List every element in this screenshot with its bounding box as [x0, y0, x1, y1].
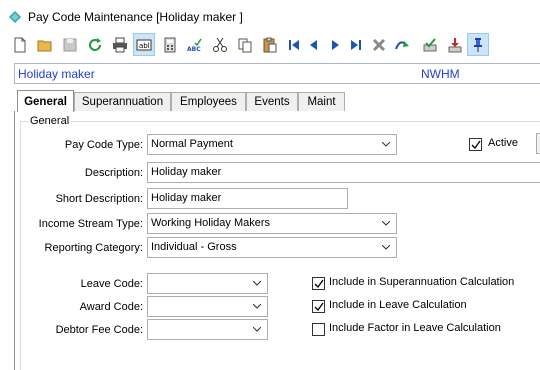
title-bar: Pay Code Maintenance [Holiday maker ] — [0, 0, 540, 32]
cut-icon — [213, 37, 227, 52]
include-superannuation-label: Include in Superannuation Calculation — [329, 276, 515, 288]
chevron-down-icon — [382, 221, 390, 226]
chevron-down-icon — [253, 304, 261, 309]
svg-text:ABC: ABC — [187, 46, 201, 53]
download-icon — [448, 37, 462, 52]
last-record-icon — [351, 39, 361, 50]
side-button[interactable] — [536, 133, 540, 154]
leave-code-label: Leave Code: — [80, 278, 143, 290]
open-button[interactable] — [34, 33, 56, 56]
previous-record-button[interactable] — [303, 33, 325, 56]
print-button[interactable] — [109, 33, 131, 56]
calculator-icon — [164, 37, 176, 52]
jump-button[interactable] — [392, 33, 414, 56]
tab-employees[interactable]: Employees — [171, 92, 246, 111]
text-field-icon: abl — [136, 39, 152, 50]
pay-code-type-value: Normal Payment — [151, 138, 233, 150]
pin-icon — [474, 37, 482, 52]
next-record-icon — [332, 39, 339, 50]
debtor-fee-code-select[interactable] — [147, 319, 268, 340]
approve-button[interactable] — [419, 33, 441, 56]
first-record-button[interactable] — [283, 33, 305, 56]
chevron-down-icon — [382, 142, 390, 147]
paste-icon — [263, 37, 277, 52]
active-label: Active — [488, 137, 518, 149]
pin-button[interactable] — [467, 33, 489, 56]
tab-events[interactable]: Events — [246, 92, 298, 111]
description-label: Description: — [84, 167, 143, 179]
include-superannuation-checkbox[interactable]: Include in Superannuation Calculation — [312, 276, 532, 292]
award-code-label: Award Code: — [79, 301, 143, 313]
download-button[interactable] — [444, 33, 466, 56]
include-superannuation-box[interactable] — [312, 277, 325, 290]
cut-button[interactable] — [209, 33, 231, 56]
active-checkbox[interactable]: Active — [469, 137, 529, 153]
include-leave-label: Include in Leave Calculation — [329, 299, 467, 311]
record-code: NWHM — [421, 67, 460, 81]
text-field-button[interactable]: abl — [133, 33, 155, 56]
award-code-select[interactable] — [147, 296, 268, 317]
reporting-category-select[interactable]: Individual - Gross — [147, 237, 397, 258]
next-record-button[interactable] — [324, 33, 346, 56]
refresh-button[interactable] — [84, 33, 106, 56]
include-factor-box[interactable] — [312, 323, 325, 336]
last-record-button[interactable] — [345, 33, 367, 56]
leave-code-select[interactable] — [147, 273, 268, 294]
pay-code-type-select[interactable]: Normal Payment — [147, 134, 397, 155]
group-label: General — [28, 115, 72, 127]
record-name: Holiday maker — [18, 67, 95, 81]
copy-icon — [238, 38, 252, 52]
debtor-fee-code-label: Debtor Fee Code: — [55, 324, 143, 336]
chevron-down-icon — [253, 327, 261, 332]
reporting-category-value: Individual - Gross — [151, 241, 237, 253]
new-document-button[interactable] — [9, 33, 31, 56]
income-stream-type-value: Working Holiday Makers — [151, 217, 271, 229]
window-title: Pay Code Maintenance [Holiday maker ] — [28, 10, 243, 24]
spell-check-icon: ABC — [187, 38, 202, 53]
jump-icon — [395, 40, 409, 49]
short-description-input[interactable]: Holiday maker — [147, 188, 348, 209]
income-stream-type-select[interactable]: Working Holiday Makers — [147, 213, 397, 234]
pay-code-type-label: Pay Code Type: — [64, 139, 143, 151]
description-input[interactable]: Holiday maker — [147, 162, 540, 183]
checkmark-icon — [314, 279, 324, 289]
toolbar: abl ABC — [0, 32, 540, 58]
include-factor-checkbox[interactable]: Include Factor in Leave Calculation — [312, 322, 532, 338]
previous-record-icon — [310, 39, 317, 50]
reporting-category-label: Reporting Category: — [44, 242, 143, 254]
new-document-icon — [14, 37, 26, 52]
include-leave-checkbox[interactable]: Include in Leave Calculation — [312, 299, 532, 315]
calculator-button[interactable] — [159, 33, 181, 56]
include-leave-box[interactable] — [312, 300, 325, 313]
save-icon — [63, 38, 77, 51]
income-stream-type-label: Income Stream Type: — [38, 218, 143, 230]
svg-text:abl: abl — [139, 42, 150, 50]
include-factor-label: Include Factor in Leave Calculation — [329, 322, 501, 334]
open-folder-icon — [37, 40, 52, 51]
save-button[interactable] — [59, 33, 81, 56]
delete-button[interactable] — [368, 33, 390, 56]
spell-check-button[interactable]: ABC — [184, 33, 206, 56]
delete-icon — [372, 38, 386, 51]
copy-button[interactable] — [234, 33, 256, 56]
chevron-down-icon — [382, 245, 390, 250]
first-record-icon — [289, 39, 299, 50]
description-value: Holiday maker — [151, 166, 222, 178]
refresh-icon — [89, 37, 101, 51]
short-description-label: Short Description: — [55, 193, 143, 205]
print-icon — [113, 37, 127, 52]
approve-icon — [423, 37, 437, 51]
tab-maint[interactable]: Maint — [298, 92, 345, 111]
tab-general[interactable]: General — [17, 90, 74, 112]
record-header: Holiday maker NWHM — [14, 63, 540, 84]
short-description-value: Holiday maker — [151, 192, 222, 204]
checkmark-icon — [314, 302, 324, 312]
app-icon — [9, 11, 21, 23]
tab-superannuation[interactable]: Superannuation — [74, 92, 171, 111]
checkmark-icon — [471, 140, 481, 150]
chevron-down-icon — [253, 281, 261, 286]
active-check-box[interactable] — [469, 138, 482, 151]
paste-button[interactable] — [259, 33, 281, 56]
